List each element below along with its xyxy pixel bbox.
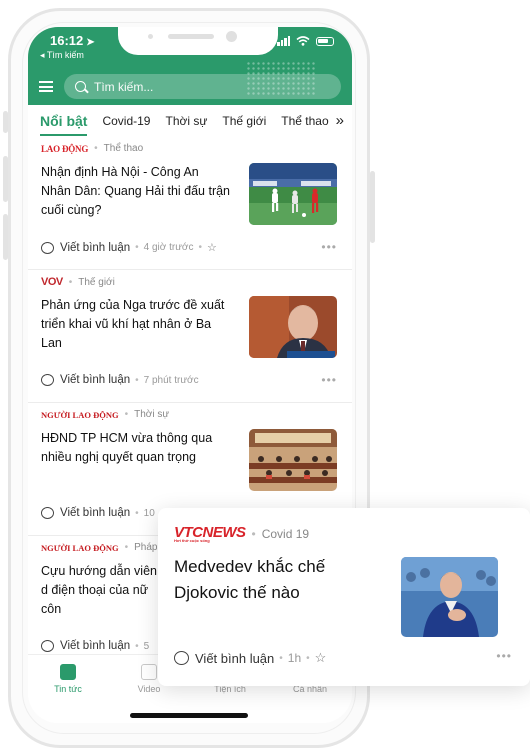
signal-icon: [277, 36, 290, 46]
stage: 16:12➤ ◂ Tìm kiếm Nổi bật Covid-19 Thời …: [0, 0, 530, 755]
write-comment-link[interactable]: Viết bình luận: [195, 651, 274, 666]
article-source: VTCNEWS Hơi thở cuộc sống • Covid 19: [174, 524, 310, 543]
battery-icon: [316, 36, 334, 46]
star-icon[interactable]: ☆: [207, 241, 217, 254]
article-meta: Viết bình luận • 5: [41, 640, 149, 652]
video-icon: [141, 664, 157, 680]
back-to-search-link[interactable]: ◂ Tìm kiếm: [40, 50, 84, 61]
article-card[interactable]: LAO ĐỘNG • Thể thao Nhận định Hà Nội - C…: [28, 137, 352, 270]
article-meta: Viết bình luận • 1h • ☆: [174, 650, 326, 666]
search-bar[interactable]: [64, 74, 341, 99]
comment-icon: [174, 651, 189, 665]
volume-down-button: [3, 214, 8, 260]
mute-switch: [3, 111, 8, 133]
comment-icon: [41, 640, 54, 652]
star-icon[interactable]: ☆: [315, 650, 327, 666]
source-logo: LAO ĐỘNG: [41, 143, 89, 154]
more-options-icon[interactable]: •••: [496, 649, 512, 663]
status-time: 16:12 ➤: [50, 33, 95, 48]
write-comment-link[interactable]: Viết bình luận: [60, 374, 130, 386]
article-title[interactable]: HĐND TP HCM vừa thông qua nhiều nghị quy…: [41, 429, 231, 467]
double-chevron-right-icon[interactable]: »: [331, 112, 344, 129]
article-meta: Viết bình luận • 10: [41, 507, 155, 519]
article-category: Thế giới: [78, 276, 115, 288]
hamburger-menu-icon[interactable]: [39, 81, 53, 92]
tab-thoi-su[interactable]: Thời sự: [165, 114, 207, 128]
article-thumbnail[interactable]: [401, 557, 498, 637]
article-thumbnail[interactable]: [249, 429, 337, 491]
source-logo: VTCNEWS Hơi thở cuộc sống: [174, 524, 246, 543]
status-icons: [277, 36, 334, 46]
article-time: 5: [143, 640, 150, 652]
write-comment-link[interactable]: Viết bình luận: [60, 507, 130, 519]
source-logo: NGƯỜI LAO ĐỘNG: [41, 409, 119, 420]
article-meta: Viết bình luận • 4 giờ trước • ☆: [41, 241, 217, 254]
tab-the-thao[interactable]: Thể thao: [281, 114, 328, 128]
article-source: NGƯỜI LAO ĐỘNG • Pháp luật: [41, 542, 177, 553]
article-title[interactable]: Nhận định Hà Nội - Công An Nhân Dân: Qua…: [41, 163, 231, 220]
article-time: 7 phút trước: [143, 374, 199, 386]
expanded-article-card[interactable]: VTCNEWS Hơi thở cuộc sống • Covid 19 Medv…: [158, 508, 530, 686]
more-options-icon[interactable]: •••: [321, 373, 337, 387]
tab-noi-bat[interactable]: Nổi bật: [40, 113, 88, 136]
article-category: Covid 19: [261, 526, 310, 541]
article-card[interactable]: VOV • Thế giới Phản ứng của Nga trước đề…: [28, 270, 352, 403]
comment-icon: [41, 507, 54, 519]
location-arrow-icon: ➤: [86, 37, 95, 48]
article-time: 4 giờ trước: [143, 242, 194, 253]
nav-tin-tuc[interactable]: Tin tức: [33, 664, 103, 694]
news-icon: [60, 664, 76, 680]
article-source: VOV • Thế giới: [41, 276, 115, 288]
source-logo: NGƯỜI LAO ĐỘNG: [41, 542, 119, 553]
comment-icon: [41, 374, 54, 386]
search-icon: [75, 81, 86, 92]
comment-icon: [41, 241, 54, 254]
home-indicator[interactable]: [130, 713, 248, 718]
more-options-icon[interactable]: •••: [321, 240, 337, 254]
source-logo: VOV: [41, 276, 63, 288]
volume-up-button: [3, 156, 8, 202]
article-thumbnail[interactable]: [249, 296, 337, 358]
tab-covid-19[interactable]: Covid-19: [102, 114, 150, 128]
article-category: Thời sự: [134, 409, 170, 420]
article-title[interactable]: Phản ứng của Nga trước đề xuất triển kha…: [41, 296, 231, 353]
article-title[interactable]: Cựu hướng dẫn viên d điện thoại của nữ c…: [41, 562, 159, 619]
article-category: Thể thao: [103, 143, 144, 154]
article-time: 10: [143, 507, 155, 519]
wifi-icon: [296, 36, 310, 46]
article-title[interactable]: Medvedev khắc chế Djokovic thế nào: [174, 554, 364, 606]
article-time: 1h: [287, 651, 302, 665]
article-meta: Viết bình luận • 7 phút trước: [41, 374, 199, 386]
write-comment-link[interactable]: Viết bình luận: [60, 640, 130, 652]
write-comment-link[interactable]: Viết bình luận: [60, 242, 130, 254]
article-source: NGƯỜI LAO ĐỘNG • Thời sự: [41, 409, 170, 420]
search-input[interactable]: [94, 79, 314, 94]
power-button: [370, 171, 375, 243]
tab-the-gioi[interactable]: Thế giới: [222, 114, 266, 128]
article-source: LAO ĐỘNG • Thể thao: [41, 143, 144, 154]
notch: [118, 27, 278, 55]
app-header: 16:12 ➤ ◂ Tìm kiếm: [28, 27, 352, 105]
category-tabs: Nổi bật Covid-19 Thời sự Thế giới Thể th…: [28, 105, 352, 137]
article-thumbnail[interactable]: [249, 163, 337, 225]
